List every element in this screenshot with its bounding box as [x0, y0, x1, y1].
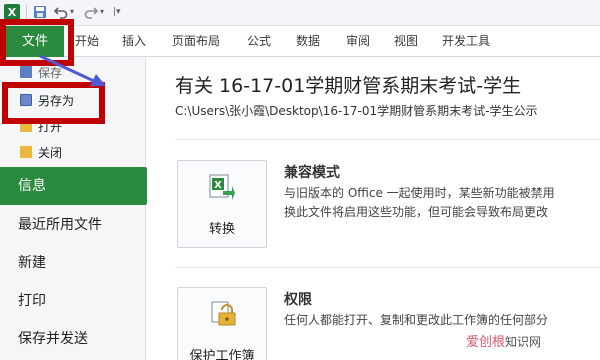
watermark-main: 爱创根: [466, 335, 506, 350]
menu-close[interactable]: 关闭: [20, 143, 62, 163]
tab-formulas[interactable]: 公式: [247, 26, 271, 57]
close-folder-icon: [20, 146, 32, 158]
tab-review[interactable]: 审阅: [346, 26, 370, 57]
menu-new[interactable]: 新建: [0, 244, 146, 282]
convert-icon: X: [209, 174, 235, 200]
protect-workbook-button[interactable]: 保护工作簿: [177, 287, 267, 360]
tab-view[interactable]: 视图: [394, 26, 418, 57]
watermark-sub: 知识网: [505, 335, 542, 349]
menu-info-label: 信息: [18, 178, 46, 194]
convert-button-label: 转换: [208, 222, 235, 237]
tab-developer[interactable]: 开发工具: [442, 26, 490, 57]
document-title: 有关 16-17-01学期财管系期末考试-学生: [175, 75, 522, 97]
menu-info[interactable]: 信息: [0, 167, 156, 205]
protect-workbook-label: 保护工作簿: [189, 349, 255, 360]
lock-icon: [211, 301, 236, 326]
document-path: C:\Users\张小霞\Desktop\16-17-01学期财管系期末考试-学…: [175, 104, 538, 118]
menu-close-label: 关闭: [38, 146, 63, 160]
compat-desc-line1: 与旧版本的 Office 一起使用时，某些新功能被禁用: [284, 186, 555, 200]
permissions-desc: 任何人都能打开、复制和更改此工作簿的任何部分: [284, 313, 549, 327]
compat-heading: 兼容模式: [284, 165, 340, 181]
info-panel: 有关 16-17-01学期财管系期末考试-学生 C:\Users\张小霞\Des…: [147, 57, 600, 360]
tab-data[interactable]: 数据: [296, 26, 320, 57]
menu-print[interactable]: 打印: [0, 282, 146, 320]
svg-text:X: X: [214, 180, 222, 191]
divider: [175, 267, 600, 268]
divider: [175, 139, 600, 140]
menu-recent[interactable]: 最近所用文件: [0, 206, 146, 244]
pointer-arrow-icon: [39, 54, 106, 86]
convert-button[interactable]: X 转换: [177, 160, 267, 248]
watermark: 爱创根知识网: [466, 331, 541, 350]
permissions-heading: 权限: [284, 292, 312, 308]
tab-page-layout[interactable]: 页面布局: [172, 26, 220, 57]
compat-desc-line2: 换此文件将启用这些功能，但可能会导致布局更改: [284, 205, 549, 219]
menu-save-send[interactable]: 保存并发送: [0, 320, 146, 358]
